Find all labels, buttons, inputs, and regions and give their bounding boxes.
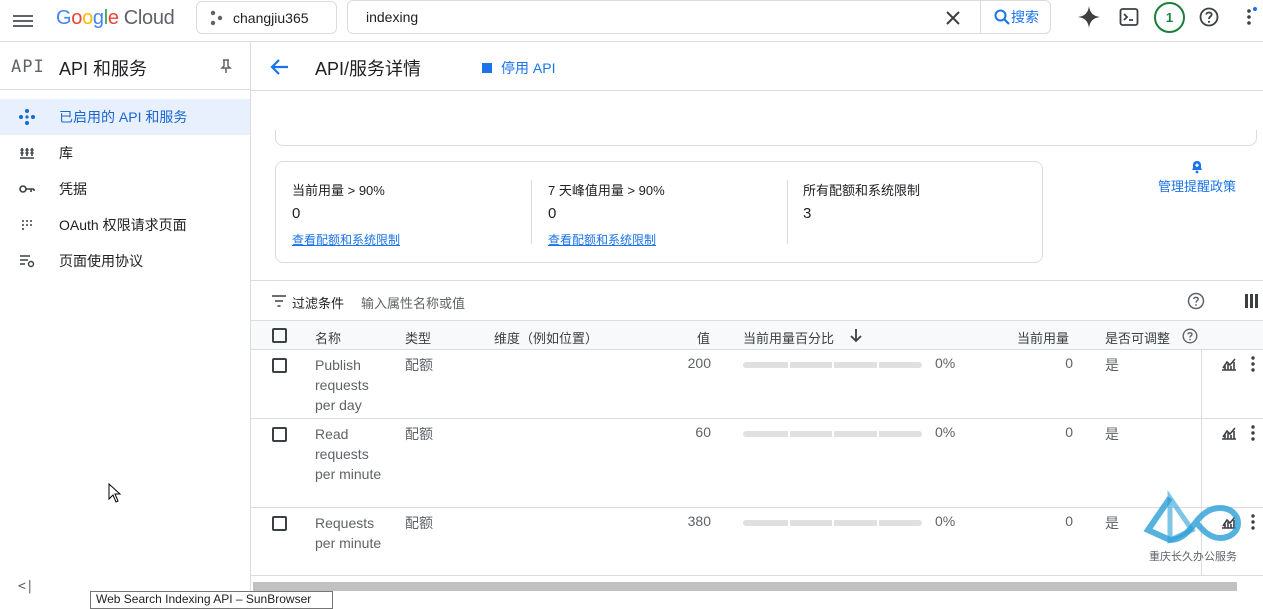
project-name: changjiu365 bbox=[233, 9, 309, 26]
sidebar-item-page-usage[interactable]: 页面使用协议 bbox=[0, 243, 250, 279]
quota-summary-card: 当前用量 > 90% 0 查看配额和系统限制 7 天峰值用量 > 90% 0 查… bbox=[275, 161, 1043, 263]
sidebar-header: API API 和服务 bbox=[0, 42, 250, 90]
col-current-usage[interactable]: 当前用量 bbox=[1017, 328, 1069, 347]
search-icon bbox=[994, 9, 1010, 25]
select-all-checkbox[interactable] bbox=[272, 328, 287, 343]
back-arrow-icon[interactable] bbox=[269, 56, 291, 78]
mouse-cursor-icon bbox=[108, 483, 122, 503]
stop-icon bbox=[482, 63, 492, 73]
filter-label: 过滤条件 bbox=[292, 296, 345, 311]
column-display-icon[interactable] bbox=[1245, 294, 1259, 308]
watermark-logo: 重庆长久办公服务 bbox=[1140, 489, 1244, 565]
page-header: API/服务详情 停用 API bbox=[251, 42, 1263, 91]
collapse-sidebar-icon[interactable]: <| bbox=[18, 579, 34, 594]
alert-bell-icon bbox=[1192, 161, 1202, 174]
row-checkbox[interactable] bbox=[272, 516, 287, 531]
more-vert-icon[interactable] bbox=[1249, 356, 1257, 372]
sort-down-icon[interactable] bbox=[849, 328, 863, 343]
horizontal-scrollbar[interactable] bbox=[253, 582, 1237, 591]
col-usage-pct[interactable]: 当前用量百分比 bbox=[743, 328, 834, 347]
usage-bar bbox=[743, 362, 922, 368]
page-title: API/服务详情 bbox=[315, 59, 422, 79]
disable-api-button[interactable]: 停用 API bbox=[482, 58, 555, 78]
oauth-dots-icon bbox=[22, 220, 32, 230]
table-row: Requests per minute 配额 380 0% 0 是 bbox=[251, 508, 1263, 576]
view-quota-link[interactable]: 查看配额和系统限制 bbox=[292, 231, 400, 248]
notifications-badge[interactable]: 1 bbox=[1154, 2, 1185, 33]
table-row: Read requests per minute 配额 60 0% 0 是 bbox=[251, 419, 1263, 508]
search-bar[interactable]: indexing 搜索 bbox=[347, 0, 1051, 34]
table-header: 名称 类型 维度（例如位置） 值 当前用量百分比 当前用量 是否可调整 bbox=[251, 320, 1263, 350]
col-type[interactable]: 类型 bbox=[405, 328, 431, 347]
google-cloud-logo[interactable]: Google Cloud bbox=[56, 6, 175, 30]
key-icon bbox=[19, 185, 35, 193]
search-input[interactable]: indexing bbox=[366, 9, 418, 25]
pin-icon[interactable] bbox=[218, 58, 234, 74]
gemini-sparkle-icon[interactable] bbox=[1077, 4, 1101, 30]
help-icon[interactable] bbox=[1187, 292, 1205, 310]
library-icon bbox=[20, 148, 34, 159]
sidebar-item-library[interactable]: 库 bbox=[0, 135, 250, 171]
sidebar-item-credentials[interactable]: 凭据 bbox=[0, 171, 250, 207]
more-vert-icon[interactable] bbox=[1244, 6, 1258, 28]
settings-list-icon bbox=[20, 255, 35, 268]
col-adjustable[interactable]: 是否可调整 bbox=[1105, 328, 1170, 347]
menu-icon[interactable] bbox=[10, 8, 36, 34]
sidebar-title: API 和服务 bbox=[59, 59, 148, 79]
top-bar: Google Cloud changjiu365 indexing 搜索 1 bbox=[0, 0, 1263, 42]
monitoring-chart-icon[interactable] bbox=[1221, 425, 1237, 441]
filter-icon bbox=[272, 295, 286, 307]
sidebar-item-label: OAuth 权限请求页面 bbox=[59, 217, 187, 233]
more-vert-icon[interactable] bbox=[1249, 514, 1257, 530]
sidebar-item-label: 页面使用协议 bbox=[59, 253, 143, 269]
more-vert-icon[interactable] bbox=[1249, 425, 1257, 441]
watermark-infinity-icon bbox=[1143, 489, 1242, 544]
view-quota-link[interactable]: 查看配额和系统限制 bbox=[548, 231, 656, 248]
project-icon bbox=[210, 10, 223, 25]
cloud-shell-icon[interactable] bbox=[1119, 7, 1139, 27]
help-icon[interactable] bbox=[1199, 7, 1219, 27]
usage-bar bbox=[743, 431, 922, 437]
main-content: API/服务详情 停用 API 当前用量 > 90% 0 查看配额和系统限制 7… bbox=[251, 42, 1263, 601]
monitoring-chart-icon[interactable] bbox=[1221, 356, 1237, 372]
sidebar-item-label: 已启用的 API 和服务 bbox=[59, 109, 188, 125]
api-logo: API bbox=[11, 57, 45, 77]
project-picker-button[interactable]: changjiu365 bbox=[196, 1, 337, 34]
table-row: Publish requests per day 配额 200 0% 0 是 bbox=[251, 350, 1263, 419]
col-name[interactable]: 名称 bbox=[315, 328, 341, 347]
sidebar-item-label: 凭据 bbox=[59, 181, 87, 197]
card-edge bbox=[275, 130, 1257, 146]
filter-input[interactable]: 输入属性名称或值 bbox=[361, 293, 465, 312]
divider bbox=[787, 180, 788, 244]
manage-alert-policy-link[interactable]: 管理提醒政策 bbox=[1147, 158, 1247, 195]
divider bbox=[531, 180, 532, 244]
sidebar-item-oauth[interactable]: OAuth 权限请求页面 bbox=[0, 207, 250, 243]
row-checkbox[interactable] bbox=[272, 358, 287, 373]
filter-bar: 过滤条件 输入属性名称或值 bbox=[251, 280, 1263, 320]
window-tooltip: Web Search Indexing API – SunBrowser bbox=[90, 591, 333, 609]
sidebar-item-enabled-apis[interactable]: 已启用的 API 和服务 bbox=[0, 99, 250, 135]
col-dimension[interactable]: 维度（例如位置） bbox=[494, 328, 598, 347]
api-diamond-icon bbox=[19, 109, 35, 125]
usage-bar bbox=[743, 520, 922, 526]
clear-search-icon[interactable] bbox=[944, 9, 962, 27]
help-icon[interactable] bbox=[1182, 328, 1198, 344]
sidebar-item-label: 库 bbox=[59, 145, 73, 161]
sidebar: API API 和服务 已启用的 API 和服务 库 凭据 OAuth 权限请求… bbox=[0, 42, 251, 601]
row-checkbox[interactable] bbox=[272, 427, 287, 442]
col-value[interactable]: 值 bbox=[697, 328, 710, 347]
search-button[interactable]: 搜索 bbox=[980, 1, 1051, 33]
